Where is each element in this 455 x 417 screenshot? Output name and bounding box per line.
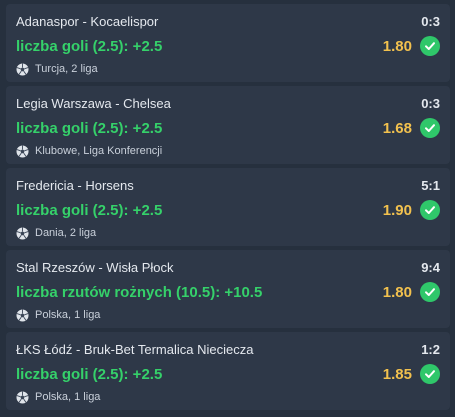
match-score: 5:1 (421, 177, 440, 193)
bet-card-selection: liczba goli (2.5): +2.5 1.90 (16, 199, 440, 221)
bet-card[interactable]: Fredericia - Horsens 5:1 liczba goli (2.… (6, 168, 450, 246)
bet-card-selection: liczba rzutów rożnych (10.5): +10.5 1.80 (16, 281, 440, 303)
bet-selection: liczba goli (2.5): +2.5 (16, 37, 163, 55)
bet-selection: liczba rzutów rożnych (10.5): +10.5 (16, 283, 263, 301)
bet-odds: 1.90 (382, 201, 412, 219)
bet-card[interactable]: Adanaspor - Kocaelispor 0:3 liczba goli … (6, 4, 450, 82)
bet-odds: 1.85 (382, 365, 412, 383)
league-name: Dania, 2 liga (35, 227, 97, 239)
bet-card-header: Adanaspor - Kocaelispor 0:3 (16, 13, 440, 29)
bet-card[interactable]: ŁKS Łódź - Bruk-Bet Termalica Nieciecza … (6, 332, 450, 410)
league-name: Klubowe, Liga Konferencji (35, 145, 163, 157)
bet-odds: 1.68 (382, 119, 412, 137)
check-circle-icon (420, 118, 440, 138)
bet-card-header: ŁKS Łódź - Bruk-Bet Termalica Nieciecza … (16, 341, 440, 357)
match-name: ŁKS Łódź - Bruk-Bet Termalica Nieciecza (16, 341, 254, 357)
bet-card[interactable]: Stal Rzeszów - Wisła Płock 9:4 liczba rz… (6, 250, 450, 328)
check-circle-icon (420, 364, 440, 384)
bet-card-header: Fredericia - Horsens 5:1 (16, 177, 440, 193)
check-circle-icon (420, 282, 440, 302)
match-score: 9:4 (421, 259, 440, 275)
bet-selection: liczba goli (2.5): +2.5 (16, 365, 163, 383)
bet-card-league: Polska, 1 liga (16, 308, 440, 322)
bet-odds-group: 1.80 (383, 282, 440, 302)
match-name: Fredericia - Horsens (16, 177, 134, 193)
bet-card-league: Klubowe, Liga Konferencji (16, 144, 440, 158)
bet-odds: 1.80 (382, 37, 412, 55)
bet-card-league: Turcja, 2 liga (16, 62, 440, 76)
match-score: 0:3 (421, 13, 440, 29)
match-name: Stal Rzeszów - Wisła Płock (16, 259, 174, 275)
bet-odds-group: 1.80 (383, 36, 440, 56)
bet-selection: liczba goli (2.5): +2.5 (16, 201, 163, 219)
bet-card[interactable]: Legia Warszawa - Chelsea 0:3 liczba goli… (6, 86, 450, 164)
match-score: 1:2 (421, 341, 440, 357)
bet-odds-group: 1.85 (383, 364, 440, 384)
check-circle-icon (420, 36, 440, 56)
bet-list: Adanaspor - Kocaelispor 0:3 liczba goli … (0, 0, 455, 417)
bet-card-header: Legia Warszawa - Chelsea 0:3 (16, 95, 440, 111)
soccer-ball-icon (16, 63, 29, 76)
league-name: Turcja, 2 liga (35, 63, 98, 75)
check-circle-icon (420, 200, 440, 220)
match-score: 0:3 (421, 95, 440, 111)
match-name: Legia Warszawa - Chelsea (16, 95, 171, 111)
bet-card-header: Stal Rzeszów - Wisła Płock 9:4 (16, 259, 440, 275)
bet-selection: liczba goli (2.5): +2.5 (16, 119, 163, 137)
soccer-ball-icon (16, 145, 29, 158)
bet-odds: 1.80 (382, 283, 412, 301)
bet-odds-group: 1.90 (383, 200, 440, 220)
soccer-ball-icon (16, 391, 29, 404)
bet-card-selection: liczba goli (2.5): +2.5 1.80 (16, 35, 440, 57)
soccer-ball-icon (16, 227, 29, 240)
league-name: Polska, 1 liga (35, 309, 101, 321)
match-name: Adanaspor - Kocaelispor (16, 13, 159, 29)
soccer-ball-icon (16, 309, 29, 322)
bet-card-selection: liczba goli (2.5): +2.5 1.68 (16, 117, 440, 139)
bet-card-selection: liczba goli (2.5): +2.5 1.85 (16, 363, 440, 385)
bet-odds-group: 1.68 (383, 118, 440, 138)
bet-card-league: Polska, 1 liga (16, 390, 440, 404)
bet-card-league: Dania, 2 liga (16, 226, 440, 240)
league-name: Polska, 1 liga (35, 391, 101, 403)
